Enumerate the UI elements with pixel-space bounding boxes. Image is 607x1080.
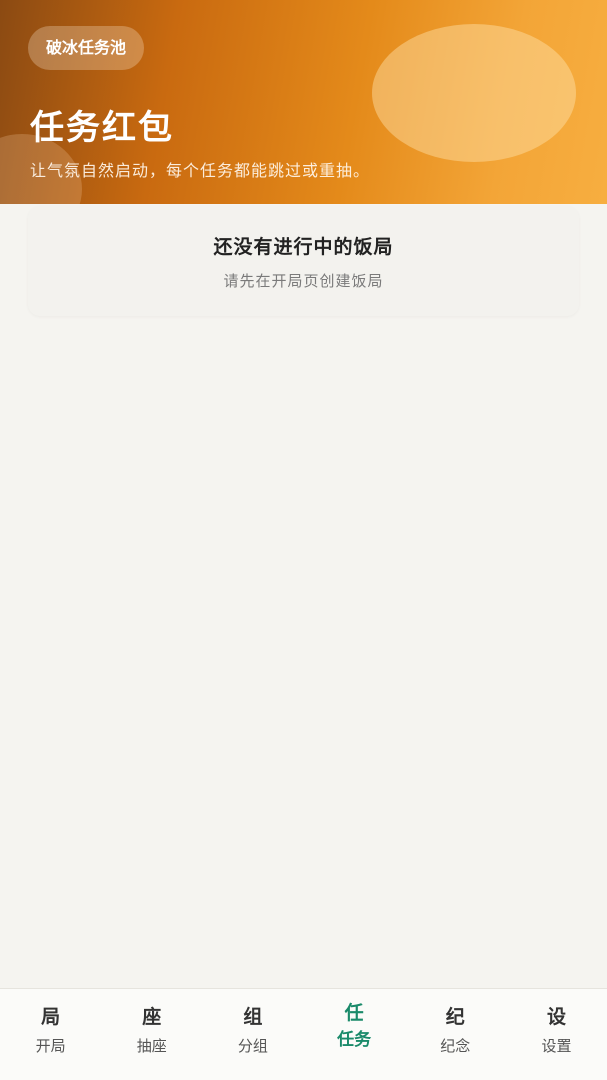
tab-settings-icon: 设 — [546, 1006, 566, 1028]
tab-group-icon: 组 — [243, 1006, 263, 1028]
tab-settings-label: 设置 — [541, 1037, 572, 1055]
tab-memorial-label: 纪念 — [440, 1037, 471, 1055]
tab-seat[interactable]: 座 抽座 — [101, 989, 202, 1080]
tab-open[interactable]: 局 开局 — [0, 989, 101, 1080]
empty-state-description: 请先在开局页创建饭局 — [223, 272, 384, 290]
tab-memorial-icon: 纪 — [445, 1006, 465, 1028]
empty-state-title: 还没有进行中的饭局 — [213, 236, 394, 258]
tab-group-label: 分组 — [237, 1037, 268, 1055]
page-title: 任务红包 — [30, 108, 174, 148]
task-pool-chip[interactable]: 破冰任务池 — [28, 26, 145, 70]
hero-banner: 破冰任务池 任务红包 让气氛自然启动，每个任务都能跳过或重抽。 — [0, 0, 607, 204]
app-screen: 破冰任务池 任务红包 让气氛自然启动，每个任务都能跳过或重抽。 还没有进行中的饭… — [0, 0, 607, 1080]
tab-open-icon: 局 — [41, 1006, 61, 1028]
tab-seat-icon: 座 — [142, 1006, 162, 1028]
bottom-tab-bar: 局 开局 座 抽座 组 分组 任 任务 纪 纪念 设 设置 — [0, 988, 607, 1080]
page-subtitle: 让气氛自然启动，每个任务都能跳过或重抽。 — [30, 161, 371, 180]
tab-settings[interactable]: 设 设置 — [506, 989, 607, 1080]
tab-memorial[interactable]: 纪 纪念 — [405, 989, 506, 1080]
tab-group[interactable]: 组 分组 — [202, 989, 303, 1080]
tab-open-label: 开局 — [35, 1037, 66, 1055]
tab-task[interactable]: 任 任务 — [304, 989, 405, 1080]
tab-task-label: 任务 — [337, 1030, 372, 1050]
tab-seat-label: 抽座 — [136, 1037, 167, 1055]
hero-decoration-circle — [372, 24, 576, 162]
tab-task-icon: 任 — [344, 1002, 364, 1024]
empty-state-card: 还没有进行中的饭局 请先在开局页创建饭局 — [28, 206, 579, 316]
